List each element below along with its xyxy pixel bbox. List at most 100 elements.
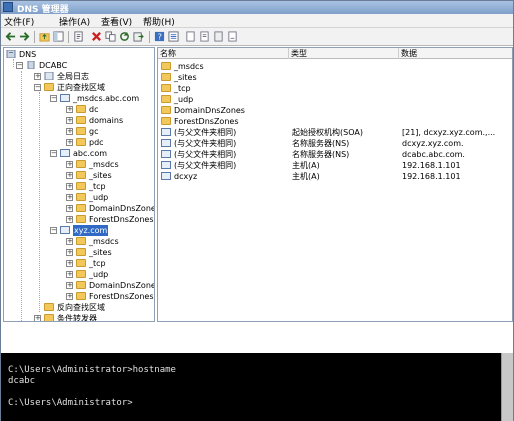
- expand-icon[interactable]: +: [66, 249, 73, 256]
- expand-icon[interactable]: +: [66, 238, 73, 245]
- expand-icon[interactable]: +: [34, 73, 41, 80]
- console-line-4: C:\Users\Administrator>: [8, 398, 133, 408]
- expand-icon[interactable]: +: [66, 128, 73, 135]
- back-icon[interactable]: [5, 31, 16, 42]
- column-data-header[interactable]: 数据: [399, 48, 512, 59]
- list-row[interactable]: _msdcs: [158, 61, 512, 72]
- expand-icon[interactable]: +: [66, 260, 73, 267]
- expand-icon[interactable]: +: [66, 216, 73, 223]
- expand-icon[interactable]: +: [66, 106, 73, 113]
- expand-icon[interactable]: +: [66, 282, 73, 289]
- copy-icon[interactable]: [105, 31, 116, 42]
- folder-icon: [76, 160, 86, 168]
- delete-icon[interactable]: [91, 31, 102, 42]
- cell-name: ForestDnsZones: [174, 117, 239, 126]
- menu-view[interactable]: 查看(V): [101, 15, 132, 28]
- collapse-icon[interactable]: −: [50, 95, 57, 102]
- cell-data: dcabc.abc.com.: [402, 150, 465, 159]
- menu-help[interactable]: 帮助(H): [143, 15, 175, 28]
- folder-icon: [76, 281, 86, 289]
- folder-icon: [44, 314, 54, 321]
- expand-icon[interactable]: +: [34, 315, 41, 321]
- cell-name: _tcp: [174, 84, 191, 93]
- zone-icon: [60, 149, 70, 157]
- folder-icon: [76, 182, 86, 190]
- expand-icon[interactable]: +: [66, 205, 73, 212]
- dns-manager-window: DNS 管理器 文件(F) 操作(A) 查看(V) 帮助(H) ? DNS − …: [0, 0, 514, 421]
- cell-type: 起始授权机构(SOA): [292, 128, 363, 137]
- list-row[interactable]: _udp: [158, 94, 512, 105]
- title-bar[interactable]: DNS 管理器: [1, 1, 513, 15]
- log-icon: [44, 72, 54, 80]
- expand-icon[interactable]: +: [66, 172, 73, 179]
- collapse-icon[interactable]: −: [50, 150, 57, 157]
- menu-action[interactable]: 操作(A): [59, 15, 90, 28]
- export-icon[interactable]: [133, 31, 144, 42]
- properties-icon[interactable]: [73, 31, 84, 42]
- help-icon[interactable]: ?: [154, 31, 165, 42]
- expand-icon[interactable]: +: [66, 183, 73, 190]
- svg-text:?: ?: [158, 32, 162, 42]
- forward-icon[interactable]: [19, 31, 30, 42]
- list-row[interactable]: (与父文件夹相同) 名称服务器(NS) dcxyz.xyz.com.: [158, 138, 512, 149]
- record-icon-4[interactable]: [227, 31, 238, 42]
- list-row[interactable]: _sites: [158, 72, 512, 83]
- expand-icon[interactable]: +: [66, 194, 73, 201]
- record-icon: [161, 172, 171, 180]
- cell-name: (与父文件夹相同): [174, 161, 237, 170]
- record-icon: [161, 128, 171, 136]
- console-line-2: dcabc: [8, 376, 36, 386]
- column-type-header[interactable]: 类型: [289, 48, 399, 59]
- cell-name: (与父文件夹相同): [174, 139, 237, 148]
- collapse-icon[interactable]: −: [16, 62, 23, 69]
- server-view-icon[interactable]: [168, 31, 179, 42]
- console-tree[interactable]: DNS − DCABC + 全局日志 − 正向查找区域 − _msdcs.abc…: [3, 47, 155, 322]
- cell-name: _udp: [174, 95, 194, 104]
- collapse-icon[interactable]: −: [34, 84, 41, 91]
- up-folder-icon[interactable]: [39, 31, 50, 42]
- cell-data: 192.168.1.101: [402, 172, 461, 181]
- folder-icon: [76, 270, 86, 278]
- expand-icon[interactable]: +: [66, 117, 73, 124]
- folder-icon: [161, 106, 171, 114]
- collapse-icon[interactable]: −: [50, 227, 57, 234]
- column-name-header[interactable]: 名称: [158, 48, 289, 59]
- expand-icon[interactable]: +: [66, 139, 73, 146]
- details-list[interactable]: 名称 类型 数据 _msdcs _sites _tcp _udp DomainDnsZo…: [157, 47, 513, 322]
- folder-icon: [161, 73, 171, 81]
- folder-icon: [76, 193, 86, 201]
- record-icon: [161, 150, 171, 158]
- folder-icon: [76, 105, 86, 113]
- menu-bar: 文件(F) 操作(A) 查看(V) 帮助(H): [1, 14, 513, 28]
- toolbar: ?: [1, 28, 513, 46]
- folder-icon: [161, 95, 171, 103]
- record-icon-2[interactable]: [199, 31, 210, 42]
- list-row[interactable]: (与父文件夹相同) 主机(A) 192.168.1.101: [158, 160, 512, 171]
- console-line-1: C:\Users\Administrator>hostname: [8, 365, 176, 375]
- command-prompt[interactable]: C:\Users\Administrator>hostname dcabc C:…: [1, 353, 513, 421]
- dns-icon: [6, 50, 16, 58]
- cell-data: [21], dcxyz.xyz.com.,...: [402, 128, 496, 137]
- console-scrollbar[interactable]: [501, 353, 513, 421]
- list-row[interactable]: (与父文件夹相同) 名称服务器(NS) dcabc.abc.com.: [158, 149, 512, 160]
- expand-icon[interactable]: +: [66, 293, 73, 300]
- server-icon: [27, 61, 35, 69]
- cell-data: dcxyz.xyz.com.: [402, 139, 464, 148]
- folder-icon: [76, 248, 86, 256]
- folder-icon: [76, 204, 86, 212]
- expand-icon[interactable]: +: [66, 271, 73, 278]
- list-row[interactable]: dcxyz 主机(A) 192.168.1.101: [158, 171, 512, 182]
- refresh-icon[interactable]: [119, 31, 130, 42]
- list-row[interactable]: _tcp: [158, 83, 512, 94]
- list-row[interactable]: ForestDnsZones: [158, 116, 512, 127]
- record-icon[interactable]: [185, 31, 196, 42]
- list-row[interactable]: DomainDnsZones: [158, 105, 512, 116]
- menu-file[interactable]: 文件(F): [4, 15, 34, 28]
- list-row[interactable]: (与父文件夹相同) 起始授权机构(SOA) [21], dcxyz.xyz.com.…: [158, 127, 512, 138]
- cell-type: 主机(A): [292, 172, 320, 181]
- console-tree-icon[interactable]: [53, 31, 64, 42]
- record-icon-3[interactable]: [213, 31, 224, 42]
- record-icon: [161, 161, 171, 169]
- folder-icon: [76, 292, 86, 300]
- expand-icon[interactable]: +: [66, 161, 73, 168]
